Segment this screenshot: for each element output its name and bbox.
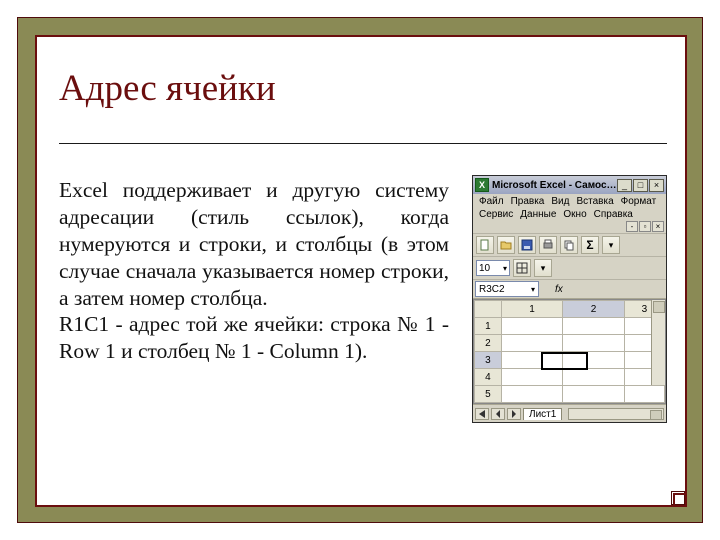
open-file-button[interactable]: [497, 236, 515, 254]
new-file-button[interactable]: [476, 236, 494, 254]
autosum-button[interactable]: Σ: [581, 236, 599, 254]
column-header[interactable]: 2: [563, 301, 625, 318]
doc-restore-button[interactable]: ▫: [639, 221, 651, 232]
menu-help[interactable]: Справка: [592, 208, 635, 221]
minimize-button[interactable]: _: [617, 179, 632, 192]
close-button[interactable]: ×: [649, 179, 664, 192]
save-button[interactable]: [518, 236, 536, 254]
formatting-toolbar: 10 ▾ ▾: [473, 257, 666, 280]
titlebar: X Microsoft Excel - Самос… _ □ ×: [473, 176, 666, 194]
paragraph-2: R1C1 - адрес той же ячейки: строка № 1 -…: [59, 311, 449, 365]
paragraph-1: Excel поддерживает и другую систему адре…: [59, 177, 449, 311]
format-more-button[interactable]: ▾: [534, 259, 552, 277]
font-size-value: 10: [479, 263, 490, 274]
slide-title: Адрес ячейки: [59, 67, 276, 110]
tab-nav-next-icon[interactable]: [507, 408, 521, 420]
menu-file[interactable]: Файл: [477, 195, 506, 208]
scroll-up-icon[interactable]: [653, 301, 665, 313]
print-button[interactable]: [539, 236, 557, 254]
menu-format[interactable]: Формат: [619, 195, 659, 208]
tab-nav-first-icon[interactable]: [475, 408, 489, 420]
slide-corner-decoration: [671, 491, 685, 505]
menu-insert[interactable]: Вставка: [574, 195, 615, 208]
body-text: Excel поддерживает и другую систему адре…: [59, 177, 449, 365]
dropdown-icon: ▾: [503, 264, 507, 273]
row-header[interactable]: 3: [475, 352, 502, 369]
row-header[interactable]: 1: [475, 318, 502, 335]
borders-button[interactable]: [513, 259, 531, 277]
menu-data[interactable]: Данные: [518, 208, 558, 221]
menu-edit[interactable]: Правка: [509, 195, 547, 208]
doc-close-button[interactable]: ×: [652, 221, 664, 232]
name-box-value: R3C2: [479, 284, 505, 295]
fx-label[interactable]: fx: [551, 284, 563, 295]
name-box[interactable]: R3C2 ▾: [475, 281, 539, 297]
sheet-tab-bar: Лист1: [473, 404, 666, 422]
slide-inner-frame: Адрес ячейки Excel поддерживает и другую…: [35, 35, 687, 507]
font-size-selector[interactable]: 10 ▾: [476, 260, 510, 276]
excel-app-icon: X: [475, 178, 489, 192]
worksheet-grid[interactable]: 1 2 3 1 2 3 4 5: [473, 299, 666, 404]
standard-toolbar: Σ ▾: [473, 234, 666, 257]
title-rule: [59, 143, 667, 144]
doc-minimize-button[interactable]: -: [626, 221, 638, 232]
menu-view[interactable]: Вид: [549, 195, 571, 208]
row-header[interactable]: 2: [475, 335, 502, 352]
menu-window[interactable]: Окно: [561, 208, 588, 221]
select-all-corner[interactable]: [475, 301, 502, 318]
window-title: Microsoft Excel - Самос…: [492, 180, 617, 191]
vertical-scrollbar[interactable]: [651, 300, 665, 385]
dropdown-icon: ▾: [531, 285, 535, 294]
slide-outer-frame: Адрес ячейки Excel поддерживает и другую…: [17, 17, 703, 523]
maximize-button[interactable]: □: [633, 179, 648, 192]
horizontal-scrollbar[interactable]: [568, 408, 664, 420]
row-header[interactable]: 4: [475, 369, 502, 386]
copy-button[interactable]: [560, 236, 578, 254]
column-header[interactable]: 1: [501, 301, 563, 318]
row-header[interactable]: 5: [475, 386, 502, 403]
menu-bar: Файл Правка Вид Вставка Формат Сервис Да…: [473, 194, 666, 234]
sheet-tab[interactable]: Лист1: [523, 408, 562, 420]
tab-nav-prev-icon[interactable]: [491, 408, 505, 420]
menu-tools[interactable]: Сервис: [477, 208, 515, 221]
excel-window: X Microsoft Excel - Самос… _ □ × Файл Пр…: [472, 175, 667, 423]
formula-bar: R3C2 ▾ fx: [473, 280, 666, 299]
toolbar-more-button[interactable]: ▾: [602, 236, 620, 254]
